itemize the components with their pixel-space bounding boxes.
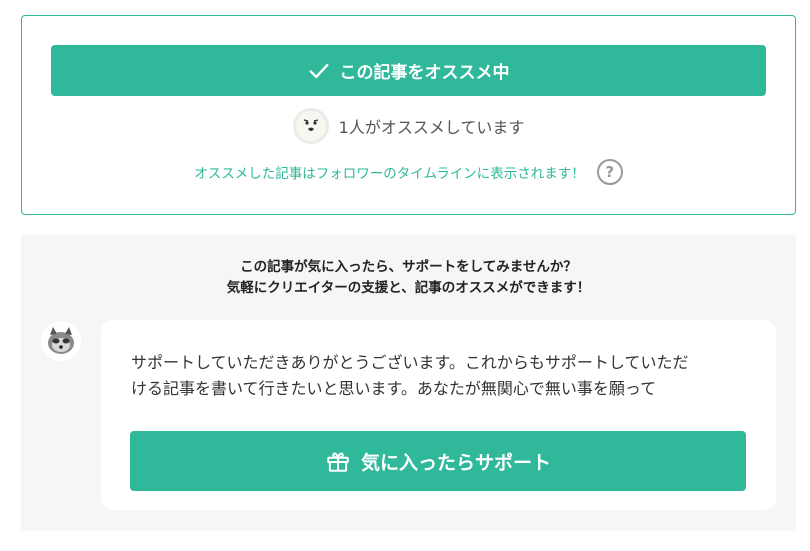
gift-icon [327,452,349,472]
face-icon [303,119,318,131]
recommenders: 1人がオススメしています [22,106,795,146]
recommend-button[interactable]: この記事をオススメ中 [51,45,766,96]
recommend-info-text: オススメした記事はフォロワーのタイムラインに表示されます！ [194,166,585,182]
recommender-avatar[interactable] [292,108,329,144]
creator-avatar[interactable] [41,321,81,361]
support-button[interactable]: 気に入ったらサポート [130,431,746,491]
support-headline: この記事が気に入ったら、サポートをしてみませんか？ 気軽にクリエイターの支援と、… [21,257,796,299]
check-icon [309,63,328,78]
support-headline-line2: 気軽にクリエイターの支援と、記事のオススメができます！ [226,280,591,296]
recommend-count: 1人がオススメしています [338,118,525,137]
support-headline-line1: この記事が気に入ったら、サポートをしてみませんか？ [240,259,577,275]
recommend-info: オススメした記事はフォロワーのタイムラインに表示されます！ ? [22,157,795,187]
support-message-bubble: サポートしていただきありがとうございます。これからもサポートしていただ ける記事… [101,320,776,510]
support-message: サポートしていただきありがとうございます。これからもサポートしていただ ける記事… [131,350,751,402]
creator-avatar-image [41,321,81,361]
support-section: この記事が気に入ったら、サポートをしてみませんか？ 気軽にクリエイターの支援と、… [21,235,796,531]
recommend-card: この記事をオススメ中 1人がオススメしています オススメした記事はフォロワーのタ… [21,15,796,215]
support-message-line1: サポートしていただきありがとうございます。これからもサポートしていただ [131,353,689,372]
support-message-line2: ける記事を書いて行きたいと思います。あなたが無関心で無い事を願って [131,379,657,398]
question-circle-icon[interactable]: ? [596,159,623,185]
recommend-button-label: この記事をオススメ中 [339,63,510,83]
support-button-label: 気に入ったらサポート [360,451,551,474]
